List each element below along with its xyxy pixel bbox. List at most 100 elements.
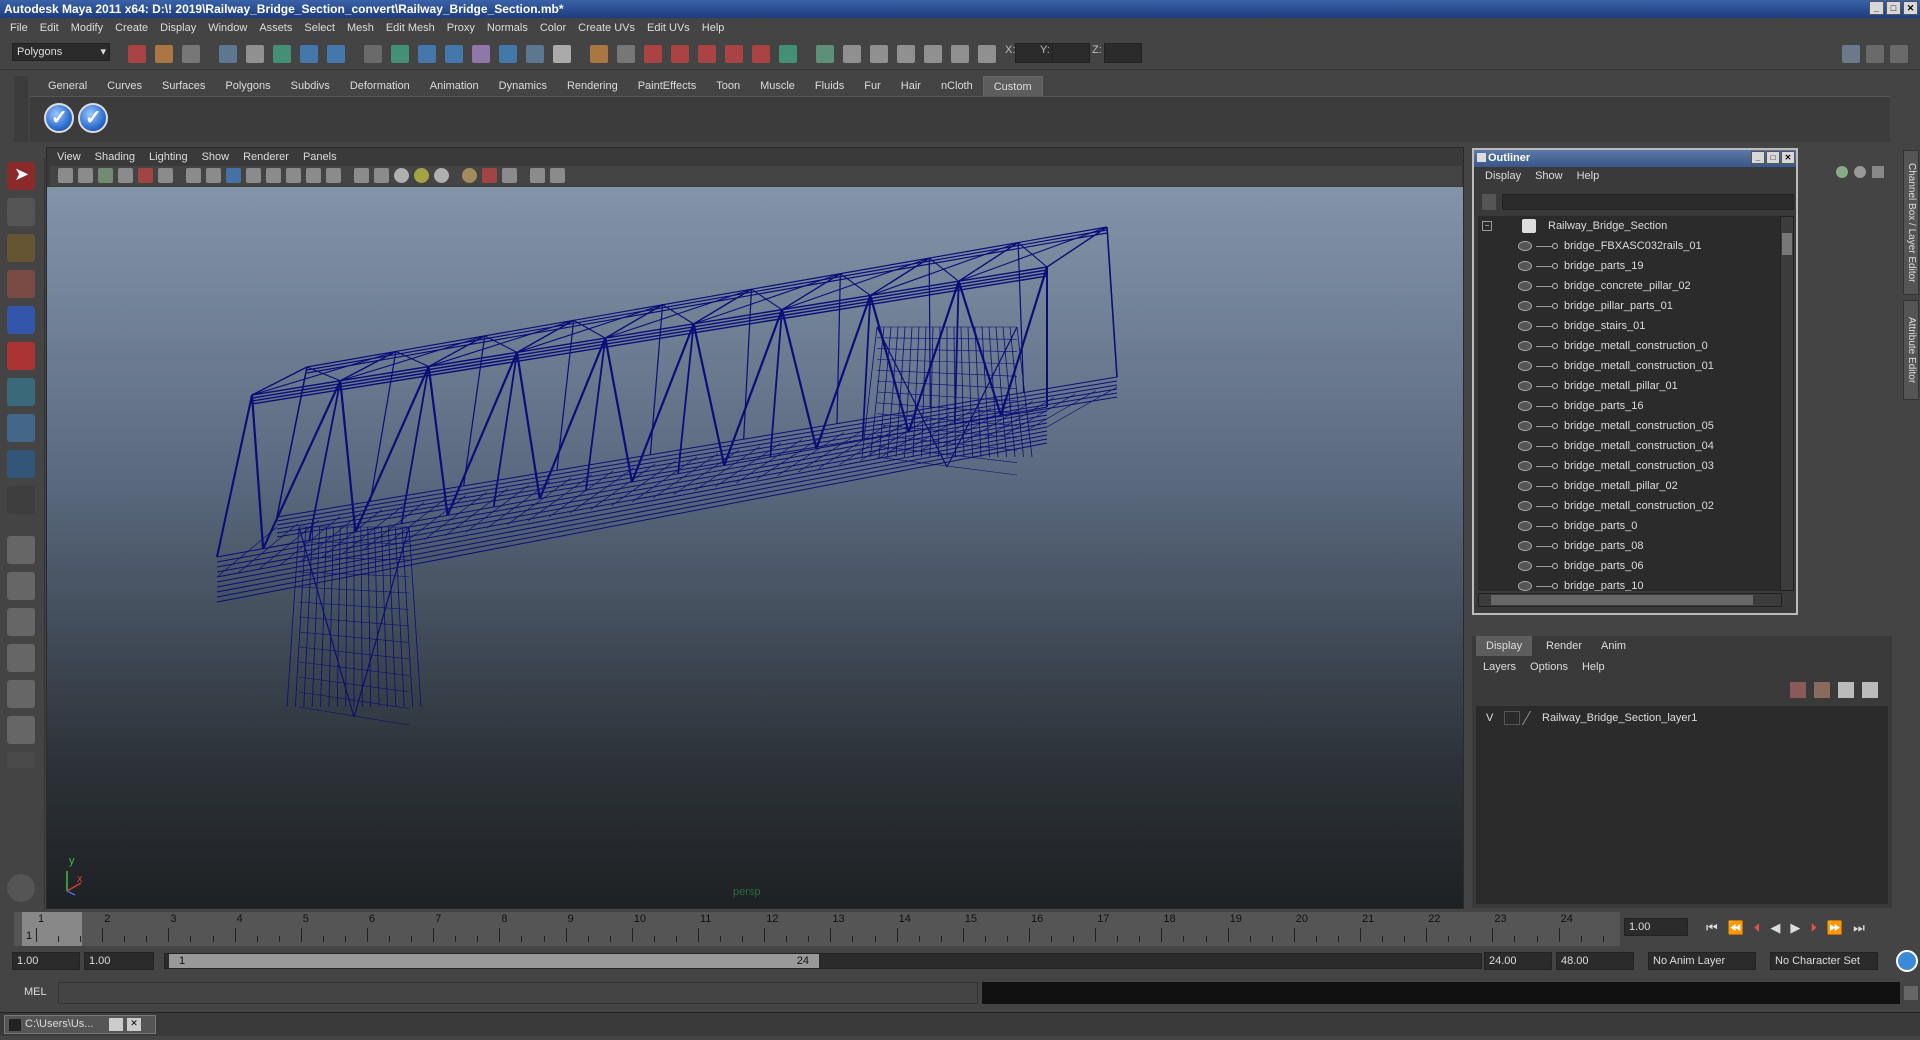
menu-help[interactable]: Help <box>696 18 731 38</box>
outliner-item[interactable]: bridge_parts_0 <box>1478 516 1782 536</box>
viewport-tool-icon-10[interactable] <box>246 168 261 183</box>
shelf-tab-painteffects[interactable]: PaintEffects <box>628 76 707 96</box>
scroll-thumb[interactable] <box>1782 233 1792 255</box>
graph-editor-layout-icon[interactable] <box>7 716 35 744</box>
lasso-tool-icon[interactable] <box>7 198 35 226</box>
step-forward-icon[interactable]: ⏩ <box>1827 920 1843 936</box>
outliner-item[interactable]: bridge_stairs_01 <box>1478 316 1782 336</box>
status-tool-icon-22[interactable] <box>725 45 743 63</box>
shelf-menu-handle[interactable] <box>14 76 28 142</box>
outliner-item[interactable]: bridge_pillar_parts_01 <box>1478 296 1782 316</box>
status-tool-icon-17[interactable] <box>590 45 608 63</box>
layer-options-icon[interactable] <box>1838 682 1854 698</box>
status-tool-icon-21[interactable] <box>698 45 716 63</box>
viewport-menu-lighting[interactable]: Lighting <box>142 148 195 166</box>
show-tool-settings-icon[interactable] <box>1866 45 1884 63</box>
outliner-item[interactable]: bridge_metall_pillar_01 <box>1478 376 1782 396</box>
viewport-tool-icon-12[interactable] <box>286 168 301 183</box>
status-tool-icon-9[interactable] <box>364 45 382 63</box>
range-slider[interactable]: 1 24 <box>164 953 1482 969</box>
shelf-tab-polygons[interactable]: Polygons <box>215 76 280 96</box>
viewport-tool-icon-6[interactable] <box>158 168 173 183</box>
viewport-tool-icon-1[interactable] <box>58 168 73 183</box>
channel-icon[interactable] <box>1836 166 1848 178</box>
outliner-item[interactable]: bridge_metall_construction_02 <box>1478 496 1782 516</box>
shelf-tab-general[interactable]: General <box>38 76 97 96</box>
viewport-tool-icon-8[interactable] <box>206 168 221 183</box>
command-language-label[interactable]: MEL <box>24 986 47 998</box>
rotate-tool-icon[interactable] <box>7 306 35 334</box>
attribute-editor-tab[interactable]: Attribute Editor <box>1903 300 1919 400</box>
menu-select[interactable]: Select <box>298 18 341 38</box>
close-button[interactable]: ✕ <box>1903 1 1918 15</box>
z-input[interactable] <box>1104 43 1142 63</box>
playback-start-field[interactable]: 1.00 <box>84 952 154 970</box>
status-tool-icon-15[interactable] <box>526 45 544 63</box>
menu-color[interactable]: Color <box>534 18 572 38</box>
shelf-tab-deformation[interactable]: Deformation <box>340 76 420 96</box>
status-tool-icon-31[interactable] <box>978 45 996 63</box>
status-tool-icon-16[interactable] <box>553 45 571 63</box>
soft-mod-tool-icon[interactable] <box>7 414 35 442</box>
outliner-item[interactable]: bridge_metall_construction_01 <box>1478 356 1782 376</box>
restore-icon[interactable] <box>109 1018 123 1031</box>
viewport-tool-icon-13[interactable] <box>306 168 321 183</box>
outliner-item[interactable]: bridge_parts_06 <box>1478 556 1782 576</box>
outliner-item[interactable]: bridge_metall_construction_04 <box>1478 436 1782 456</box>
menu-set-dropdown[interactable]: Polygons ▾ <box>12 43 110 61</box>
shelf-tab-subdivs[interactable]: Subdivs <box>281 76 340 96</box>
script-editor-icon[interactable] <box>1904 986 1918 1000</box>
menu-mesh[interactable]: Mesh <box>341 18 380 38</box>
outliner-root-item[interactable]: − Railway_Bridge_Section <box>1478 216 1782 236</box>
status-tool-icon-7[interactable] <box>300 45 318 63</box>
status-tool-icon-2[interactable] <box>155 45 173 63</box>
hypershade-layout-icon[interactable] <box>7 680 35 708</box>
menu-display[interactable]: Display <box>154 18 202 38</box>
shelf-tab-curves[interactable]: Curves <box>97 76 152 96</box>
select-tool-icon[interactable]: ➤ <box>7 162 35 190</box>
show-attribute-editor-icon[interactable] <box>1890 45 1908 63</box>
viewport-tool-icon-3[interactable] <box>98 168 113 183</box>
outliner-menu-display[interactable]: Display <box>1478 167 1528 185</box>
channel-box-tab[interactable]: Channel Box / Layer Editor <box>1903 150 1919 295</box>
shelf-tab-hair[interactable]: Hair <box>891 76 931 96</box>
viewport-tool-icon-14[interactable] <box>326 168 341 183</box>
outliner-item[interactable]: bridge_metall_pillar_02 <box>1478 476 1782 496</box>
maximize-button[interactable]: □ <box>1886 1 1901 15</box>
character-set-dropdown[interactable]: No Character Set <box>1770 952 1878 970</box>
last-tool-icon[interactable] <box>7 486 35 514</box>
viewport-menu-renderer[interactable]: Renderer <box>236 148 296 166</box>
outliner-item[interactable]: bridge_parts_10 <box>1478 576 1782 591</box>
status-tool-icon-27[interactable] <box>870 45 888 63</box>
viewport-tool-icon-19[interactable] <box>434 168 449 183</box>
channel-lock-icon[interactable] <box>1854 166 1866 178</box>
layer-tab-anim[interactable]: Anim <box>1591 636 1636 656</box>
status-tool-icon-23[interactable] <box>752 45 770 63</box>
viewport-tool-icon-16[interactable] <box>374 168 389 183</box>
status-tool-icon-19[interactable] <box>644 45 662 63</box>
shelf-tab-dynamics[interactable]: Dynamics <box>489 76 557 96</box>
menu-normals[interactable]: Normals <box>481 18 534 38</box>
layer-color-icon[interactable] <box>1521 711 1543 725</box>
status-tool-icon-6[interactable] <box>273 45 291 63</box>
layer-row[interactable]: V Railway_Bridge_Section_layer1 <box>1480 710 1878 728</box>
shelf-tab-rendering[interactable]: Rendering <box>557 76 628 96</box>
play-backwards-icon[interactable]: ◀ <box>1770 920 1780 936</box>
paint-select-tool-icon[interactable] <box>7 234 35 262</box>
shelf-tab-surfaces[interactable]: Surfaces <box>152 76 215 96</box>
viewport-menu-shading[interactable]: Shading <box>88 148 142 166</box>
step-back-icon[interactable]: ⏪ <box>1728 920 1744 936</box>
layer-add-icon[interactable] <box>1862 682 1878 698</box>
universal-manipulator-icon[interactable] <box>7 378 35 406</box>
viewport-tool-icon-9[interactable] <box>226 168 241 183</box>
status-tool-icon-25[interactable] <box>816 45 834 63</box>
status-tool-icon-8[interactable] <box>327 45 345 63</box>
outliner-close-button[interactable]: ✕ <box>1781 151 1795 164</box>
status-tool-icon-11[interactable] <box>418 45 436 63</box>
menu-edit-mesh[interactable]: Edit Mesh <box>380 18 441 38</box>
current-time-marker[interactable]: 1 <box>22 912 82 946</box>
current-frame-field[interactable]: 1.00 <box>1624 918 1688 936</box>
status-tool-icon-29[interactable] <box>924 45 942 63</box>
outliner-item[interactable]: bridge_concrete_pillar_02 <box>1478 276 1782 296</box>
layer-menu-layers[interactable]: Layers <box>1476 658 1523 676</box>
